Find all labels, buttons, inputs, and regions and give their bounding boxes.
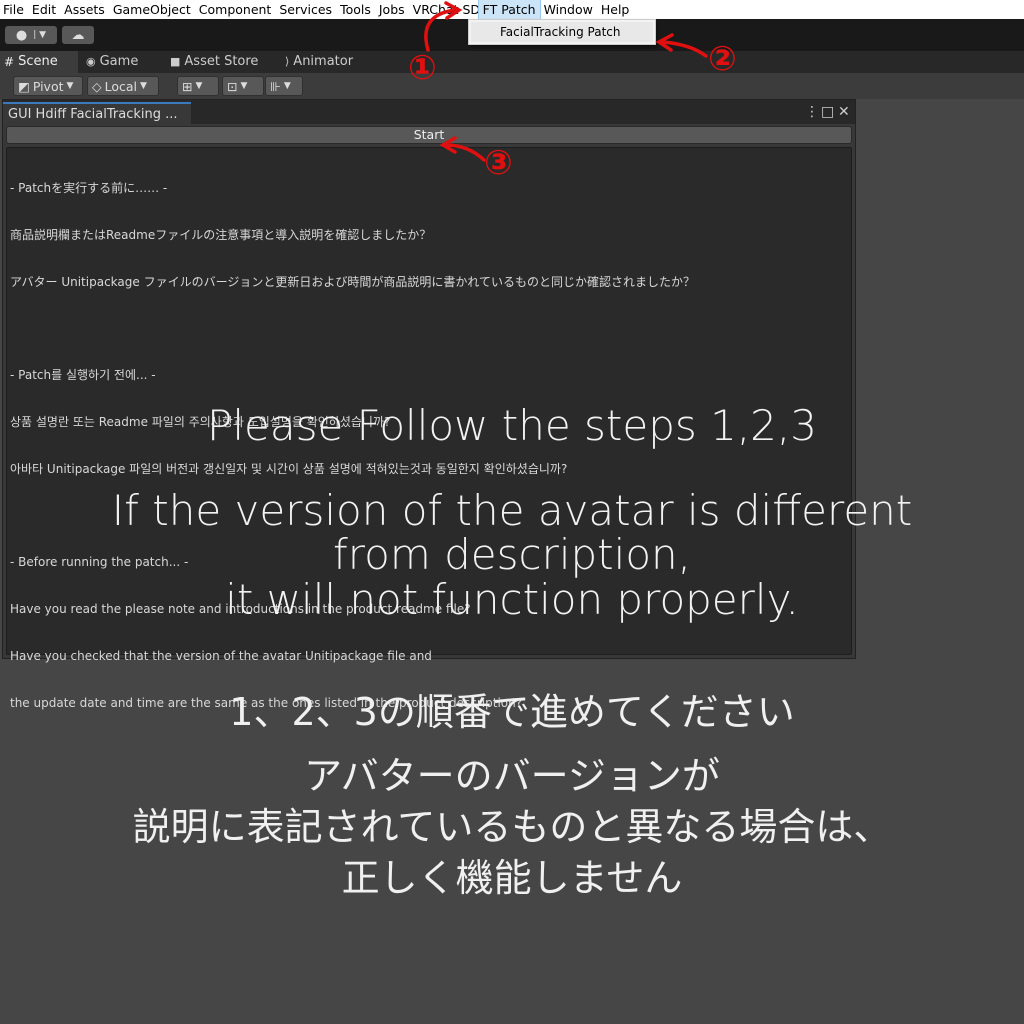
tab-game[interactable]: ◉ Game xyxy=(86,51,138,73)
menu-window[interactable]: Window xyxy=(540,0,597,19)
pivot-icon: ◩ xyxy=(18,78,30,94)
text-line: - Patch를 실행하기 전에... - xyxy=(10,368,156,383)
step-marker-1: ① xyxy=(408,48,437,88)
chevron-down-icon: | ▼ xyxy=(33,30,47,40)
text-line: アバター Unitipackage ファイルのバージョンと更新日および時間が商品… xyxy=(10,274,695,289)
grid-icon: # xyxy=(4,55,15,69)
account-icon: ● xyxy=(15,27,28,43)
menu-item-facialtracking-patch[interactable]: FacialTracking Patch xyxy=(471,22,653,42)
close-icon[interactable]: ✕ xyxy=(838,103,850,121)
maximize-icon[interactable]: □ xyxy=(821,103,834,121)
menu-vrchat-sdk[interactable]: VRChat SDK xyxy=(409,0,479,19)
ft-patch-dropdown: FacialTracking Patch xyxy=(468,19,656,45)
tab-animator[interactable]: ⟩ Animator xyxy=(285,51,353,73)
overlay-en-line2: If the version of the avatar is differen… xyxy=(111,486,913,535)
gamepad-icon: ◉ xyxy=(86,55,96,68)
cloud-button[interactable]: ☁ xyxy=(62,26,94,44)
local-button[interactable]: ◇ Local ▼ xyxy=(87,76,159,96)
menu-assets[interactable]: Assets xyxy=(60,0,109,19)
cube-icon: ◇ xyxy=(92,78,102,94)
editor-tabs: # Scene ◉ Game ■ Asset Store ⟩ Animator xyxy=(0,51,1024,73)
start-button[interactable]: Start xyxy=(6,126,852,144)
tab-asset-store[interactable]: ■ Asset Store xyxy=(170,51,258,73)
menu-ft-patch[interactable]: FT Patch xyxy=(477,0,541,20)
menu-component[interactable]: Component xyxy=(195,0,276,19)
overlay-en-line1: Please Follow the steps 1,2,3 xyxy=(207,401,817,450)
increment-snap-button[interactable]: ⊪ ▼ xyxy=(265,76,303,96)
tab-animator-label: Animator xyxy=(293,54,354,69)
text-line xyxy=(10,322,848,338)
chevron-down-icon: ▼ xyxy=(140,81,147,91)
chevron-down-icon: ▼ xyxy=(66,81,74,91)
menu-help[interactable]: Help xyxy=(597,0,634,19)
pivot-button[interactable]: ◩ Pivot ▼ xyxy=(13,76,83,96)
overlay-jp-line1: 1、2、3の順番で進めてください xyxy=(229,690,795,734)
cloud-icon: ☁ xyxy=(71,27,85,43)
overlay-jp-line4: 正しく機能しません xyxy=(341,856,683,900)
chevron-down-icon: ▼ xyxy=(240,81,248,91)
scene-toolbar: ◩ Pivot ▼ ◇ Local ▼ ⊞ ▼ ⊡ ▼ ⊪ ▼ xyxy=(0,73,1024,99)
overlay-en-line3: from description, xyxy=(333,530,691,579)
window-title-tab[interactable]: GUI Hdiff FacialTracking ... xyxy=(3,102,191,124)
menu-gameobject[interactable]: GameObject xyxy=(109,0,195,19)
pivot-label: Pivot xyxy=(32,78,64,94)
menu-services[interactable]: Services xyxy=(275,0,336,19)
tab-game-label: Game xyxy=(99,54,139,69)
menu-jobs[interactable]: Jobs xyxy=(375,0,409,19)
bag-icon: ■ xyxy=(170,55,181,68)
account-button[interactable]: ● | ▼ xyxy=(5,26,57,44)
chevron-down-icon: ▼ xyxy=(283,81,291,91)
grid-icon: ⊡ xyxy=(227,78,238,94)
text-line: - Patchを実行する前に…… - xyxy=(10,181,168,196)
menu-tools[interactable]: Tools xyxy=(336,0,375,19)
overlay-jp-line3: 説明に表記されているものと異なる場合は、 xyxy=(132,805,892,849)
window-tabbar: GUI Hdiff FacialTracking ... ⋮ □ ✕ xyxy=(3,100,855,124)
menu-file[interactable]: File xyxy=(0,0,28,19)
tab-asset-store-label: Asset Store xyxy=(184,54,259,69)
text-line: 아바타 Unitipackage 파일의 버전과 갱신일자 및 시간이 상품 설… xyxy=(10,461,568,476)
snap-icon: ⊞ xyxy=(182,78,193,94)
overlay-en-line4: it will not function properly. xyxy=(225,575,799,624)
overlay-jp-line2: アバターのバージョンが xyxy=(304,754,720,798)
local-label: Local xyxy=(104,78,138,94)
grid-snap-button[interactable]: ⊡ ▼ xyxy=(222,76,264,96)
menu-edit[interactable]: Edit xyxy=(28,0,60,19)
animator-icon: ⟩ xyxy=(285,55,290,68)
tab-scene[interactable]: # Scene xyxy=(0,51,78,73)
step-marker-2: ② xyxy=(708,39,737,79)
tab-scene-label: Scene xyxy=(18,54,58,69)
more-options-icon[interactable]: ⋮ xyxy=(805,103,819,121)
snap-button[interactable]: ⊞ ▼ xyxy=(177,76,219,96)
text-line: Have you checked that the version of the… xyxy=(10,649,432,663)
menu-bar: File Edit Assets GameObject Component Se… xyxy=(0,0,1024,20)
text-line: 商品説明欄またはReadmeファイルの注意事項と導入説明を確認しましたか？ xyxy=(10,227,432,242)
ruler-icon: ⊪ xyxy=(270,78,281,94)
chevron-down-icon: ▼ xyxy=(195,81,203,91)
step-marker-3: ③ xyxy=(484,143,513,183)
